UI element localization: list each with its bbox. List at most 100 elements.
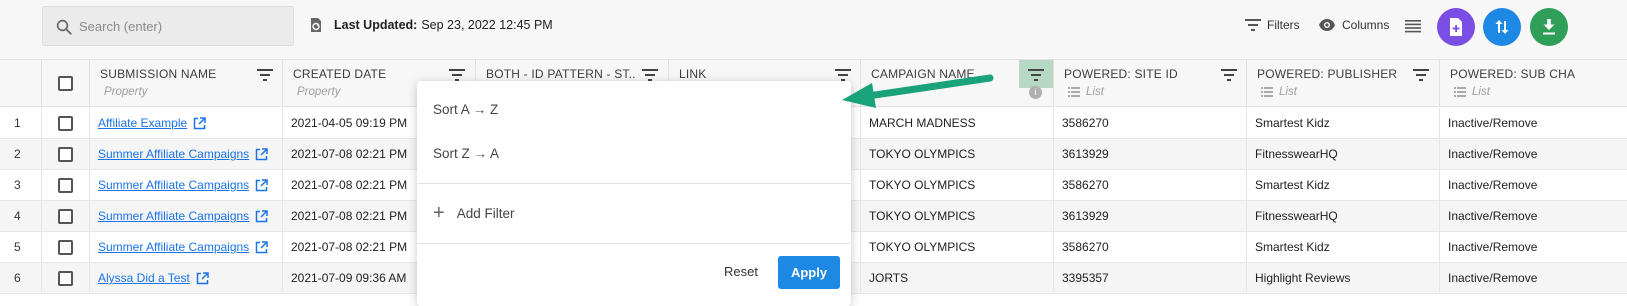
campaign-name-cell: MARCH MADNESS [861, 108, 1054, 139]
column-header-publisher[interactable]: POWERED: PUBLISHER List [1247, 60, 1440, 106]
row-checkbox[interactable] [58, 116, 73, 131]
add-filter-option[interactable]: + Add Filter [433, 203, 515, 223]
column-header-sub-channel[interactable]: POWERED: SUB CHA List [1440, 60, 1627, 106]
created-date-value: 2021-07-08 02:21 PM [291, 209, 408, 223]
column-title: POWERED: SITE ID [1064, 67, 1178, 81]
column-filter-icon[interactable] [449, 68, 465, 82]
row-select-cell [42, 232, 90, 263]
column-subtitle: Property [104, 86, 148, 98]
row-checkbox[interactable] [58, 271, 73, 286]
sort-z-a-option[interactable]: Sort Z → A [433, 146, 499, 161]
submission-name-cell: Summer Affiliate Campaigns [90, 232, 283, 263]
column-filter-icon[interactable] [1028, 68, 1044, 82]
created-date-value: 2021-07-08 02:21 PM [291, 147, 408, 161]
column-subtitle-text: List [1472, 86, 1490, 98]
row-checkbox[interactable] [58, 209, 73, 224]
row-checkbox[interactable] [58, 178, 73, 193]
search-icon [56, 19, 72, 35]
publisher-value: FitnesswearHQ [1255, 147, 1338, 161]
sub-channel-cell: Inactive/Remove [1440, 139, 1627, 170]
row-checkbox[interactable] [58, 240, 73, 255]
download-button[interactable] [1530, 8, 1568, 46]
row-checkbox[interactable] [58, 147, 73, 162]
download-icon [1543, 19, 1555, 35]
submission-link[interactable]: Summer Affiliate Campaigns [98, 240, 249, 254]
sub-channel-cell: Inactive/Remove [1440, 263, 1627, 294]
column-title: LINK [679, 67, 707, 81]
search-input[interactable]: Search (enter) [79, 19, 162, 34]
site-id-cell: 3613929 [1054, 201, 1247, 232]
column-filter-icon[interactable] [1413, 68, 1429, 82]
site-id-value: 3586270 [1062, 116, 1109, 130]
swap-vertical-icon [1495, 20, 1509, 34]
column-title: CREATED DATE [293, 67, 387, 81]
submission-name-cell: Summer Affiliate Campaigns [90, 139, 283, 170]
filters-button[interactable]: Filters [1245, 18, 1300, 32]
sort-a-z-option[interactable]: Sort A → Z [433, 102, 498, 117]
column-title: SUBMISSION NAME [100, 67, 217, 81]
submission-link[interactable]: Summer Affiliate Campaigns [98, 178, 249, 192]
external-link-icon[interactable] [255, 241, 268, 254]
campaign-name-value: TOKYO OLYMPICS [869, 178, 976, 192]
sort-toggle-button[interactable] [1483, 8, 1521, 46]
select-all-header [42, 60, 90, 106]
submission-link[interactable]: Summer Affiliate Campaigns [98, 209, 249, 223]
campaign-name-cell: TOKYO OLYMPICS [861, 139, 1054, 170]
last-updated-value: Sep 23, 2022 12:45 PM [421, 18, 553, 32]
row-number-cell: 2 [0, 139, 42, 170]
external-link-icon[interactable] [255, 210, 268, 223]
row-number: 5 [14, 240, 21, 254]
submission-name-cell: Affiliate Example [90, 108, 283, 139]
column-header-campaign-name[interactable]: CAMPAIGN NAME i [861, 60, 1054, 106]
row-number-cell: 3 [0, 170, 42, 201]
row-number-cell: 5 [0, 232, 42, 263]
campaign-name-cell: JORTS [861, 263, 1054, 294]
column-filter-icon[interactable] [835, 68, 851, 82]
submission-link[interactable]: Affiliate Example [98, 116, 187, 130]
add-document-button[interactable] [1437, 8, 1475, 46]
column-header-site-id[interactable]: POWERED: SITE ID List [1054, 60, 1247, 106]
external-link-icon[interactable] [196, 272, 209, 285]
external-link-icon[interactable] [255, 148, 268, 161]
add-filter-label: Add Filter [456, 205, 515, 221]
column-filter-icon[interactable] [642, 68, 658, 82]
columns-button[interactable]: Columns [1318, 18, 1389, 32]
column-filter-icon[interactable] [1221, 68, 1237, 82]
campaign-name-value: TOKYO OLYMPICS [869, 147, 976, 161]
site-id-value: 3613929 [1062, 147, 1109, 161]
external-link-icon[interactable] [255, 179, 268, 192]
campaign-name-value: MARCH MADNESS [869, 116, 976, 130]
campaign-name-cell: TOKYO OLYMPICS [861, 201, 1054, 232]
info-icon[interactable]: i [1029, 86, 1042, 99]
refresh-doc-icon[interactable] [308, 17, 324, 33]
toolbar: Search (enter) Last Updated: Sep 23, 202… [0, 0, 1627, 58]
site-id-value: 3613929 [1062, 209, 1109, 223]
site-id-cell: 3586270 [1054, 108, 1247, 139]
submission-name-cell: Alyssa Did a Test [90, 263, 283, 294]
list-icon [1454, 86, 1466, 97]
submission-link[interactable]: Summer Affiliate Campaigns [98, 147, 249, 161]
row-number: 1 [14, 116, 21, 130]
campaign-name-cell: TOKYO OLYMPICS [861, 170, 1054, 201]
sub-channel-value: Inactive/Remove [1448, 178, 1538, 192]
site-id-cell: 3613929 [1054, 139, 1247, 170]
row-number: 3 [14, 178, 21, 192]
column-filter-icon[interactable] [257, 68, 273, 82]
select-all-checkbox[interactable] [58, 76, 73, 91]
search-box[interactable]: Search (enter) [42, 6, 294, 46]
column-subtitle: List [1261, 86, 1297, 98]
row-select-cell [42, 170, 90, 201]
column-header-submission-name[interactable]: SUBMISSION NAME Property [90, 60, 283, 106]
submission-link[interactable]: Alyssa Did a Test [98, 271, 190, 285]
density-menu-icon[interactable] [1405, 19, 1421, 33]
external-link-icon[interactable] [193, 117, 206, 130]
publisher-cell: FitnesswearHQ [1247, 201, 1440, 232]
site-id-cell: 3586270 [1054, 170, 1247, 201]
reset-button[interactable]: Reset [724, 264, 758, 279]
publisher-value: Highlight Reviews [1255, 271, 1351, 285]
last-updated: Last Updated: Sep 23, 2022 12:45 PM [308, 17, 553, 33]
publisher-cell: Smartest Kidz [1247, 232, 1440, 263]
column-subtitle-text: List [1279, 86, 1297, 98]
apply-button[interactable]: Apply [778, 256, 840, 289]
publisher-value: Smartest Kidz [1255, 178, 1330, 192]
